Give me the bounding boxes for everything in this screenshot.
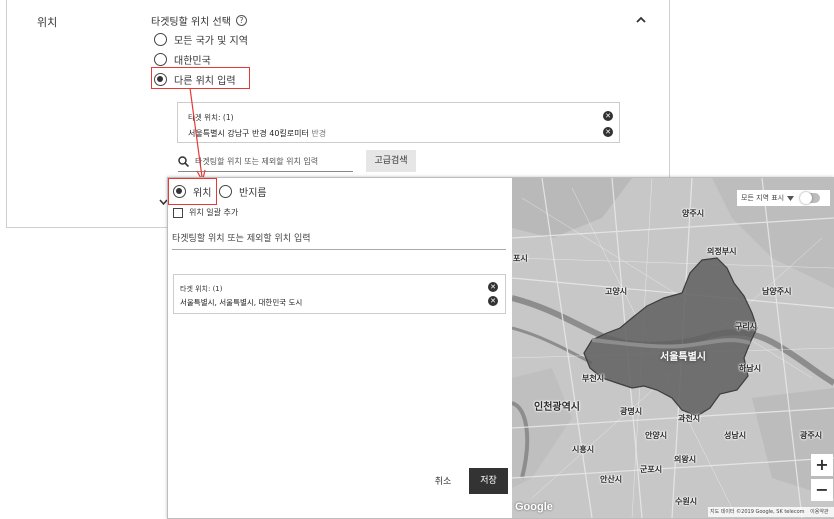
show-all-regions-label: 모든 지역 표시 (741, 194, 785, 202)
location-input[interactable]: 타겟팅할 위치 또는 제외할 위치 입력 (172, 230, 506, 250)
radio-circle-icon[interactable] (219, 185, 232, 198)
radio-circle-icon[interactable] (154, 53, 167, 66)
radio-all-countries[interactable]: 모든 국가 및 지역 (154, 32, 248, 47)
map-label-incheon: 인천광역시 (534, 402, 580, 413)
map-label-gwacheon: 과천시 (678, 414, 701, 423)
radio-label: 모든 국가 및 지역 (174, 36, 248, 47)
radio-korea[interactable]: 대한민국 (154, 52, 211, 67)
location-options-pane: 위치 반지름 위치 일괄 추가 타겟팅할 위치 또는 제외할 위치 입력 타겟 … (168, 178, 512, 518)
radio-mode-radius[interactable]: 반지름 (219, 184, 267, 199)
help-icon[interactable]: ? (235, 15, 247, 26)
radio-label: 대한민국 (174, 56, 211, 67)
save-button[interactable]: 저장 (469, 468, 508, 494)
location-map[interactable]: 양주시 의정부시 포시 고양시 남양주시 구리시 서울특별시 하남시 부천시 인… (512, 178, 834, 518)
map-label-gwangmyeong: 광명시 (620, 407, 643, 416)
map-label-uijeongbu: 의정부시 (707, 247, 737, 256)
map-label-bucheon: 부천시 (582, 374, 605, 383)
target-location-summary: 타겟 위치: (1) 서울특별시, 서울특별시, 대한민국 도시 ✕ ✕ (173, 274, 506, 314)
target-location-suffix: 반경 (311, 129, 327, 138)
map-label-namyangju: 남양주시 (762, 287, 792, 296)
map-label-guri: 구리시 (735, 322, 758, 331)
toggle-switch[interactable] (800, 192, 821, 204)
zoom-out-button[interactable]: − (811, 479, 833, 501)
map-label-goyang: 고양시 (605, 287, 628, 296)
map-label-gunpo: 군포시 (640, 465, 663, 474)
map-label-po: 포시 (513, 254, 528, 263)
targeting-title: 타겟팅할 위치 선택 ? (151, 13, 247, 28)
radio-circle-icon[interactable] (154, 33, 167, 46)
map-label-ansan: 안산시 (600, 475, 623, 484)
collapse-chevron-icon[interactable] (636, 12, 646, 26)
remove-location-icon[interactable]: ✕ (488, 296, 498, 306)
section-label: 위치 (37, 16, 58, 29)
dropdown-caret-icon (787, 195, 795, 201)
target-location-text: 서울특별시, 서울특별시, 대한민국 도시 (180, 298, 303, 307)
map-label-siheung: 시흥시 (572, 445, 595, 454)
bulk-add-checkbox[interactable]: 위치 일괄 추가 (173, 207, 238, 218)
map-label-uiwang: 의왕시 (674, 455, 697, 464)
remove-all-icon[interactable]: ✕ (488, 282, 498, 292)
remove-all-icon[interactable]: ✕ (603, 111, 613, 121)
terms-link[interactable]: 이용약관 (810, 509, 828, 515)
checkbox-icon[interactable] (173, 207, 183, 218)
attribution-text: 지도 데이터 ©2019 Google, SK telecom (710, 509, 805, 515)
callout-arrow (189, 87, 206, 183)
map-label-yangju: 양주시 (682, 209, 705, 218)
radio-label: 반지름 (239, 188, 267, 199)
map-label-seongnam: 성남시 (724, 431, 747, 440)
map-label-gwangju: 광주시 (800, 431, 823, 440)
bulk-add-label: 위치 일괄 추가 (189, 208, 239, 217)
map-label-seoul: 서울특별시 (660, 352, 706, 363)
cancel-button[interactable]: 취소 (423, 470, 463, 494)
target-count: 타겟 위치: (1) (180, 285, 223, 293)
map-label-anyang: 안양시 (645, 431, 668, 440)
google-logo: Google (515, 501, 553, 513)
remove-location-icon[interactable]: ✕ (603, 127, 613, 137)
map-label-hanam: 하남시 (739, 364, 762, 373)
target-location-summary: 타겟 위치: (1) 서울특별시 강남구 반경 40킬로미터 반경 ✕ ✕ (177, 102, 620, 143)
highlight-box (168, 178, 217, 205)
targeting-title-text: 타겟팅할 위치 선택 (151, 17, 231, 28)
advanced-search-button[interactable]: 고급검색 (366, 150, 416, 172)
show-all-regions-toggle[interactable]: 모든 지역 표시 (737, 190, 830, 206)
advanced-location-dialog: 위치 반지름 위치 일괄 추가 타겟팅할 위치 또는 제외할 위치 입력 타겟 … (167, 177, 834, 519)
map-label-suwon: 수원시 (675, 497, 698, 506)
map-attribution: 지도 데이터 ©2019 Google, SK telecom 이용약관 (708, 507, 834, 517)
zoom-in-button[interactable]: + (811, 454, 833, 476)
